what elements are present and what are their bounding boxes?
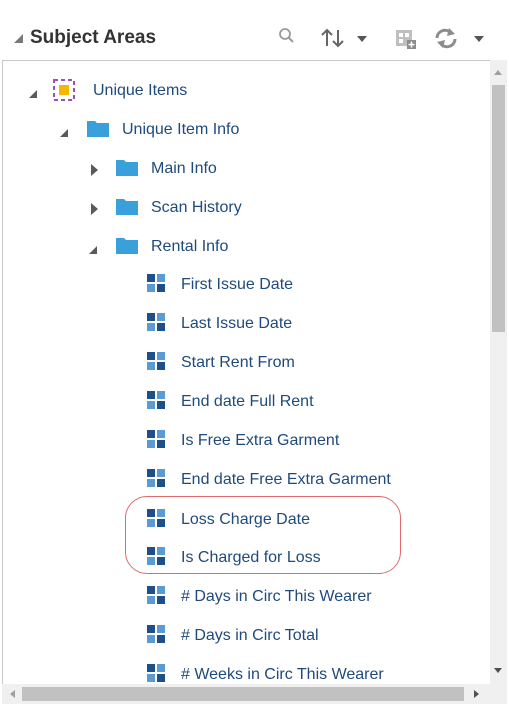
tree-row-column[interactable]: First Issue Date: [0, 270, 490, 300]
column-label: First Issue Date: [181, 276, 294, 293]
subject-area-icon: [53, 79, 75, 101]
column-label: Last Issue Date: [181, 315, 293, 332]
tree-row-column[interactable]: Start Rent From: [0, 348, 490, 378]
folder-icon: [87, 119, 109, 137]
folder-label: Main Info: [151, 160, 217, 177]
collapse-triangle-icon[interactable]: [89, 246, 97, 254]
column-label: # Days in Circ Total: [181, 627, 319, 644]
column-label: Loss Charge Date: [181, 511, 310, 528]
tree-row-column[interactable]: # Days in Circ Total: [0, 621, 490, 651]
horizontal-scrollbar[interactable]: [2, 684, 490, 704]
tree-row-column[interactable]: Is Free Extra Garment: [0, 426, 490, 456]
expand-triangle-icon[interactable]: [91, 203, 98, 215]
scroll-right-arrow-icon[interactable]: [474, 690, 479, 698]
column-label: # Weeks in Circ This Wearer: [181, 666, 384, 683]
column-icon: [147, 586, 165, 604]
folder-icon: [116, 158, 138, 176]
refresh-button[interactable]: [432, 26, 486, 50]
column-label: End date Free Extra Garment: [181, 471, 391, 488]
column-icon: [147, 352, 165, 370]
scroll-left-arrow-icon[interactable]: [10, 690, 15, 698]
collapse-panel-icon[interactable]: [14, 34, 23, 43]
column-icon: [147, 274, 165, 292]
refresh-icon: [435, 28, 457, 49]
tree-row-column-highlighted[interactable]: Is Charged for Loss: [0, 543, 490, 573]
folder-label: Scan History: [151, 199, 242, 216]
subject-areas-panel: Subject Areas Unique Items Unique Item I…: [0, 0, 509, 704]
folder-label: Unique Item Info: [122, 121, 240, 138]
tree-row-column[interactable]: End date Free Extra Garment: [0, 465, 490, 495]
search-icon[interactable]: [276, 26, 302, 50]
column-icon: [147, 664, 165, 682]
tree-row-folder[interactable]: Rental Info: [0, 232, 490, 262]
column-label: Start Rent From: [181, 354, 295, 371]
sort-icon: [321, 28, 344, 48]
column-icon: [147, 430, 165, 448]
panel-title: Subject Areas: [30, 27, 157, 48]
tree-row-column[interactable]: End date Full Rent: [0, 387, 490, 417]
column-icon: [147, 509, 165, 527]
column-icon: [147, 469, 165, 487]
folder-label: Rental Info: [151, 238, 229, 255]
tree-row-subject-area[interactable]: Unique Items: [0, 76, 490, 106]
folder-icon: [116, 236, 138, 254]
tree-row-column-highlighted[interactable]: Loss Charge Date: [0, 505, 490, 535]
column-label: End date Full Rent: [181, 393, 314, 410]
tree-row-folder[interactable]: Unique Item Info: [0, 115, 490, 145]
vertical-scroll-thumb[interactable]: [492, 85, 505, 332]
column-icon: [147, 391, 165, 409]
column-label: Is Charged for Loss: [181, 549, 321, 566]
folder-icon: [116, 197, 138, 215]
collapse-triangle-icon[interactable]: [60, 129, 68, 137]
sort-button[interactable]: [319, 26, 369, 50]
tree-row-folder[interactable]: Main Info: [0, 154, 490, 184]
column-icon: [147, 313, 165, 331]
sort-dropdown-caret-icon[interactable]: [357, 36, 367, 42]
add-subject-area-icon[interactable]: [393, 26, 419, 50]
subject-area-label: Unique Items: [93, 82, 188, 99]
scroll-up-arrow-icon[interactable]: [494, 70, 502, 75]
scroll-down-arrow-icon[interactable]: [494, 668, 502, 673]
column-icon: [147, 625, 165, 643]
column-label: Is Free Extra Garment: [181, 432, 340, 449]
expand-triangle-icon[interactable]: [91, 164, 98, 176]
tree-row-column[interactable]: Last Issue Date: [0, 309, 490, 339]
column-label: # Days in Circ This Wearer: [181, 588, 372, 605]
horizontal-scroll-thumb[interactable]: [22, 687, 464, 701]
collapse-triangle-icon[interactable]: [29, 90, 37, 98]
tree-row-column[interactable]: # Days in Circ This Wearer: [0, 582, 490, 612]
scrollbar-corner: [490, 684, 507, 704]
vertical-scrollbar[interactable]: [490, 60, 507, 684]
tree-row-folder[interactable]: Scan History: [0, 193, 490, 223]
column-icon: [147, 547, 165, 565]
refresh-dropdown-caret-icon[interactable]: [474, 36, 484, 42]
